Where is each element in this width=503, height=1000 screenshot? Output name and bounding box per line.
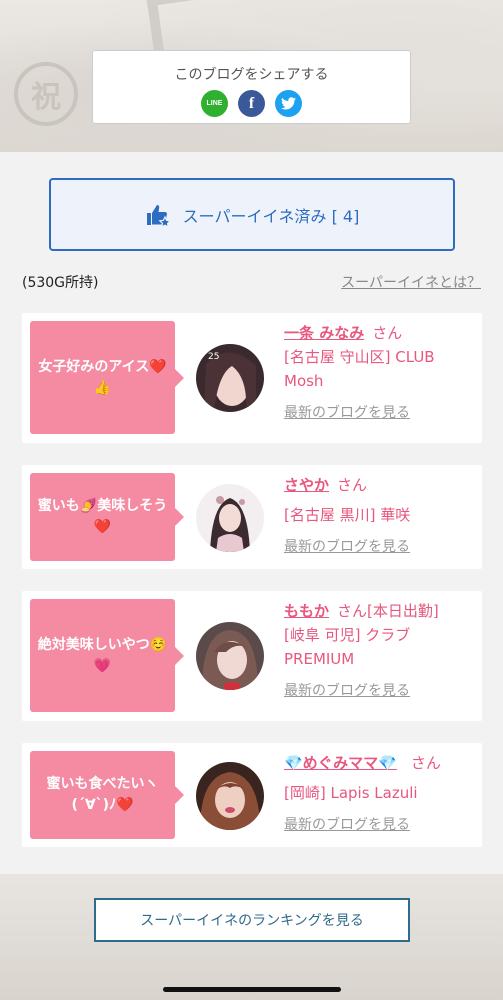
user-info: 一条 みなみ さん [名古屋 守山区] CLUB Mosh 最新のブログを見る xyxy=(284,321,472,425)
comment-bubble: 蜜いも🍠美味しそう❤️ xyxy=(30,473,184,561)
like-card: 女子好みのアイス❤️👍 25 一条 みなみ さん [名古屋 守山区] CLUB M… xyxy=(22,313,482,443)
thumbs-up-star-icon xyxy=(145,202,171,228)
like-card: 絶対美味しいやつ☺️💗 ももか さん[本日出勤] [岐阜 可児] クラブ PREM… xyxy=(22,591,482,721)
shop-info: [名古屋 黒川] 華咲 xyxy=(284,506,411,524)
twitter-icon[interactable] xyxy=(275,90,302,117)
share-box: このブログをシェアする LINE f xyxy=(92,50,411,124)
avatar-badge: 25 xyxy=(208,352,220,362)
avatar[interactable] xyxy=(196,622,264,690)
user-info: ももか さん[本日出勤] [岐阜 可児] クラブ PREMIUM 最新のブログを見… xyxy=(284,599,472,703)
shop-info: [名古屋 守山区] CLUB Mosh xyxy=(284,348,435,390)
comment-bubble: 絶対美味しいやつ☺️💗 xyxy=(30,599,184,712)
line-icon[interactable]: LINE xyxy=(201,90,228,117)
honorific: さん[本日出勤] xyxy=(337,602,439,620)
honorific: さん xyxy=(410,754,441,772)
latest-blog-link[interactable]: 最新のブログを見る xyxy=(284,679,472,703)
honorific: さん xyxy=(337,476,368,494)
user-name-link[interactable]: 一条 みなみ xyxy=(284,324,364,342)
like-card: 蜜いも🍠美味しそう❤️ さやか さん [名古屋 黒川] 華咲 最新のブログを見る xyxy=(22,465,482,569)
like-card: 蜜いも食べたいヽ(´∀`)ﾉ❤️ 💎めぐみママ💎 さん [岡崎] Lapis La… xyxy=(22,743,482,847)
facebook-icon[interactable]: f xyxy=(238,90,265,117)
shop-info: [岐阜 可児] クラブ PREMIUM xyxy=(284,626,411,668)
user-info: 💎めぐみママ💎 さん [岡崎] Lapis Lazuli 最新のブログを見る xyxy=(284,751,472,837)
latest-blog-link[interactable]: 最新のブログを見る xyxy=(284,535,472,559)
comment-bubble: 蜜いも食べたいヽ(´∀`)ﾉ❤️ xyxy=(30,751,184,839)
avatar[interactable]: 25 xyxy=(196,344,264,412)
honorific: さん xyxy=(372,324,403,342)
celebration-stamp-icon: 祝 xyxy=(14,62,78,126)
background-decoration xyxy=(146,0,244,56)
what-is-super-like-link[interactable]: スーパーイイネとは？ xyxy=(341,272,481,292)
super-like-button[interactable]: スーパーイイネ済み [ 4] xyxy=(49,178,455,251)
user-name-link[interactable]: さやか xyxy=(284,476,329,494)
share-title: このブログをシェアする xyxy=(174,67,329,83)
latest-blog-link[interactable]: 最新のブログを見る xyxy=(284,813,472,837)
user-info: さやか さん [名古屋 黒川] 華咲 最新のブログを見る xyxy=(284,473,472,559)
avatar[interactable] xyxy=(196,762,264,830)
user-name-link[interactable]: 💎めぐみママ💎 xyxy=(284,754,397,772)
comment-bubble: 女子好みのアイス❤️👍 xyxy=(30,321,184,434)
shop-info: [岡崎] Lapis Lazuli xyxy=(284,784,418,802)
home-indicator xyxy=(163,987,341,992)
ranking-button[interactable]: スーパーイイネのランキングを見る xyxy=(94,898,410,942)
avatar[interactable] xyxy=(196,484,264,552)
user-name-link[interactable]: ももか xyxy=(284,602,329,620)
points-balance: (530G所持) xyxy=(22,275,99,291)
share-icons: LINE f xyxy=(93,90,410,117)
latest-blog-link[interactable]: 最新のブログを見る xyxy=(284,401,472,425)
super-like-label: スーパーイイネ済み [ 4] xyxy=(182,206,360,226)
